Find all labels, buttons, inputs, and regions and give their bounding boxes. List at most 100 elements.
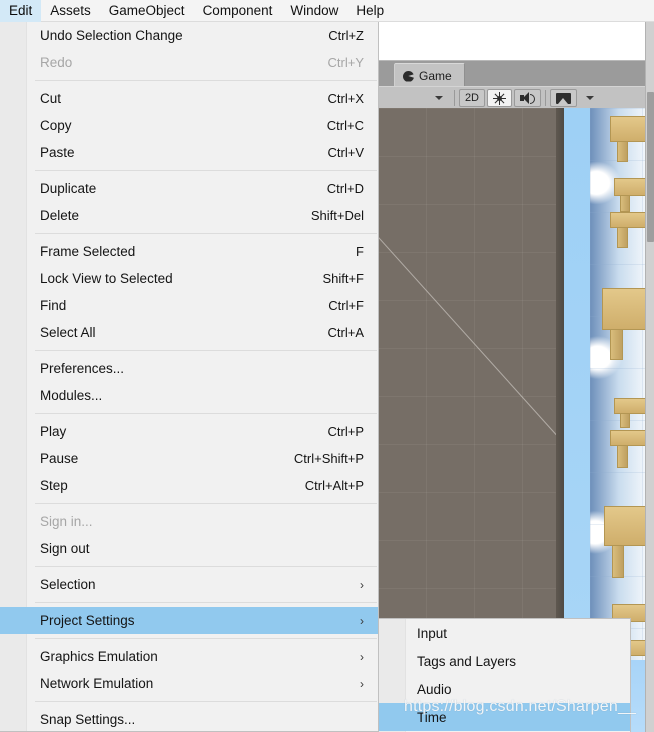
menu-item-frame-selected[interactable]: Frame Selected F: [0, 238, 378, 265]
menu-item-network-emulation[interactable]: Network Emulation ›: [0, 670, 378, 697]
game-view-toolbar: 2D: [378, 86, 654, 110]
mode-2d-toggle[interactable]: 2D: [458, 89, 485, 107]
scrollbar-thumb[interactable]: [647, 92, 654, 242]
menu-item-play[interactable]: Play Ctrl+P: [0, 418, 378, 445]
chevron-right-icon: ›: [360, 613, 364, 628]
menu-item-shortcut: Ctrl+X: [327, 91, 364, 106]
menu-item-shortcut: Shift+F: [322, 271, 364, 286]
menu-item-step[interactable]: Step Ctrl+Alt+P: [0, 472, 378, 499]
menu-item-shortcut: Ctrl+C: [326, 118, 364, 133]
tab-game-label: Game: [419, 69, 452, 83]
gizmos-dropdown-button[interactable]: [579, 89, 601, 107]
menu-item-shortcut: Ctrl+D: [326, 181, 364, 196]
submenu-item-label: Input: [417, 625, 448, 641]
tab-game[interactable]: Game: [394, 63, 465, 88]
menu-separator: [0, 229, 378, 238]
menu-item-label: Find: [40, 298, 67, 313]
game-tab-strip: Game: [378, 60, 654, 88]
menu-item-find[interactable]: Find Ctrl+F: [0, 292, 378, 319]
sun-icon: [493, 91, 506, 105]
menu-separator: [0, 346, 378, 355]
menu-item-modules[interactable]: Modules...: [0, 382, 378, 409]
submenu-item-time[interactable]: Time: [379, 703, 630, 731]
menu-item-label: Snap Settings...: [40, 712, 136, 727]
menu-separator: [0, 76, 378, 85]
menu-item-snap-settings[interactable]: Snap Settings...: [0, 706, 378, 731]
menu-item-label: Lock View to Selected: [40, 271, 173, 286]
menu-separator: [0, 166, 378, 175]
chevron-right-icon: ›: [360, 676, 364, 691]
vertical-scrollbar[interactable]: [645, 0, 654, 732]
menu-item-undo-selection-change[interactable]: Undo Selection Change Ctrl+Z: [0, 22, 378, 49]
menu-item-shortcut: Ctrl+V: [327, 145, 364, 160]
menu-item-label: Sign in...: [40, 514, 93, 529]
submenu-item-audio[interactable]: Audio: [379, 675, 630, 703]
menu-item-label: Undo Selection Change: [40, 28, 183, 43]
menubar-item-edit[interactable]: Edit: [0, 0, 42, 22]
menu-item-shortcut: Shift+Del: [310, 208, 364, 223]
menu-item-label: Redo: [40, 55, 73, 70]
menu-item-label: Cut: [40, 91, 62, 106]
menu-item-selection[interactable]: Selection ›: [0, 571, 378, 598]
menu-item-shortcut: Ctrl+Y: [327, 55, 364, 70]
edit-dropdown-menu: Undo Selection Change Ctrl+Z Redo Ctrl+Y Cut…: [0, 22, 379, 732]
menu-item-label: Network Emulation: [40, 676, 154, 691]
menu-item-label: Graphics Emulation: [40, 649, 158, 664]
lighting-toggle-button[interactable]: [487, 89, 512, 107]
submenu-item-label: Time: [417, 709, 447, 725]
menu-item-sign-out[interactable]: Sign out: [0, 535, 378, 562]
gizmos-toggle-button[interactable]: [550, 89, 577, 107]
chevron-right-icon: ›: [360, 577, 364, 592]
aspect-dropdown-button[interactable]: [428, 89, 450, 107]
menubar-item-help[interactable]: Help: [347, 0, 393, 22]
menubar-item-window[interactable]: Window: [281, 0, 347, 22]
game-view-icon: [403, 71, 414, 82]
menu-separator: [0, 562, 378, 571]
menu-item-label: Project Settings: [40, 613, 135, 628]
submenu-item-label: Audio: [417, 681, 452, 697]
speaker-icon: [520, 92, 535, 104]
submenu-item-input[interactable]: Input: [379, 619, 630, 647]
menu-item-lock-view-to-selected[interactable]: Lock View to Selected Shift+F: [0, 265, 378, 292]
menu-item-shortcut: Ctrl+P: [327, 424, 364, 439]
menu-item-cut[interactable]: Cut Ctrl+X: [0, 85, 378, 112]
menu-item-select-all[interactable]: Select All Ctrl+A: [0, 319, 378, 346]
menu-item-label: Selection: [40, 577, 96, 592]
menu-item-label: Pause: [40, 451, 79, 466]
menu-item-label: Frame Selected: [40, 244, 136, 259]
chevron-down-icon: [434, 96, 443, 100]
menu-item-project-settings[interactable]: Project Settings ›: [0, 607, 378, 634]
menu-item-shortcut: Ctrl+Z: [328, 28, 364, 43]
menu-item-label: Sign out: [40, 541, 90, 556]
menu-item-copy[interactable]: Copy Ctrl+C: [0, 112, 378, 139]
menu-item-label: Paste: [40, 145, 75, 160]
menu-item-duplicate[interactable]: Duplicate Ctrl+D: [0, 175, 378, 202]
chevron-right-icon: ›: [360, 649, 364, 664]
menu-item-label: Preferences...: [40, 361, 125, 376]
menu-item-preferences[interactable]: Preferences...: [0, 355, 378, 382]
menubar-item-component[interactable]: Component: [194, 0, 282, 22]
menu-item-graphics-emulation[interactable]: Graphics Emulation ›: [0, 643, 378, 670]
menu-item-redo: Redo Ctrl+Y: [0, 49, 378, 76]
toolbar-divider: [545, 90, 546, 106]
project-settings-submenu: Input Tags and Layers Audio Time: [378, 618, 631, 732]
menu-item-shortcut: Ctrl+A: [327, 325, 364, 340]
menubar-item-assets[interactable]: Assets: [41, 0, 100, 22]
menu-separator: [0, 697, 378, 706]
mode-2d-label: 2D: [464, 92, 479, 104]
menu-item-shortcut: Ctrl+F: [328, 298, 364, 313]
menu-separator: [0, 598, 378, 607]
menu-item-delete[interactable]: Delete Shift+Del: [0, 202, 378, 229]
submenu-item-tags-and-layers[interactable]: Tags and Layers: [379, 647, 630, 675]
menubar-item-gameobject[interactable]: GameObject: [100, 0, 194, 22]
menu-bar: Edit Assets GameObject Component Window Help: [0, 0, 654, 22]
menu-item-pause[interactable]: Pause Ctrl+Shift+P: [0, 445, 378, 472]
menu-item-label: Modules...: [40, 388, 103, 403]
audio-toggle-button[interactable]: [514, 89, 541, 107]
menu-separator: [0, 634, 378, 643]
image-icon: [556, 92, 571, 104]
menu-item-label: Step: [40, 478, 68, 493]
chevron-down-icon: [586, 96, 594, 100]
menu-item-paste[interactable]: Paste Ctrl+V: [0, 139, 378, 166]
submenu-item-label: Tags and Layers: [417, 653, 517, 669]
